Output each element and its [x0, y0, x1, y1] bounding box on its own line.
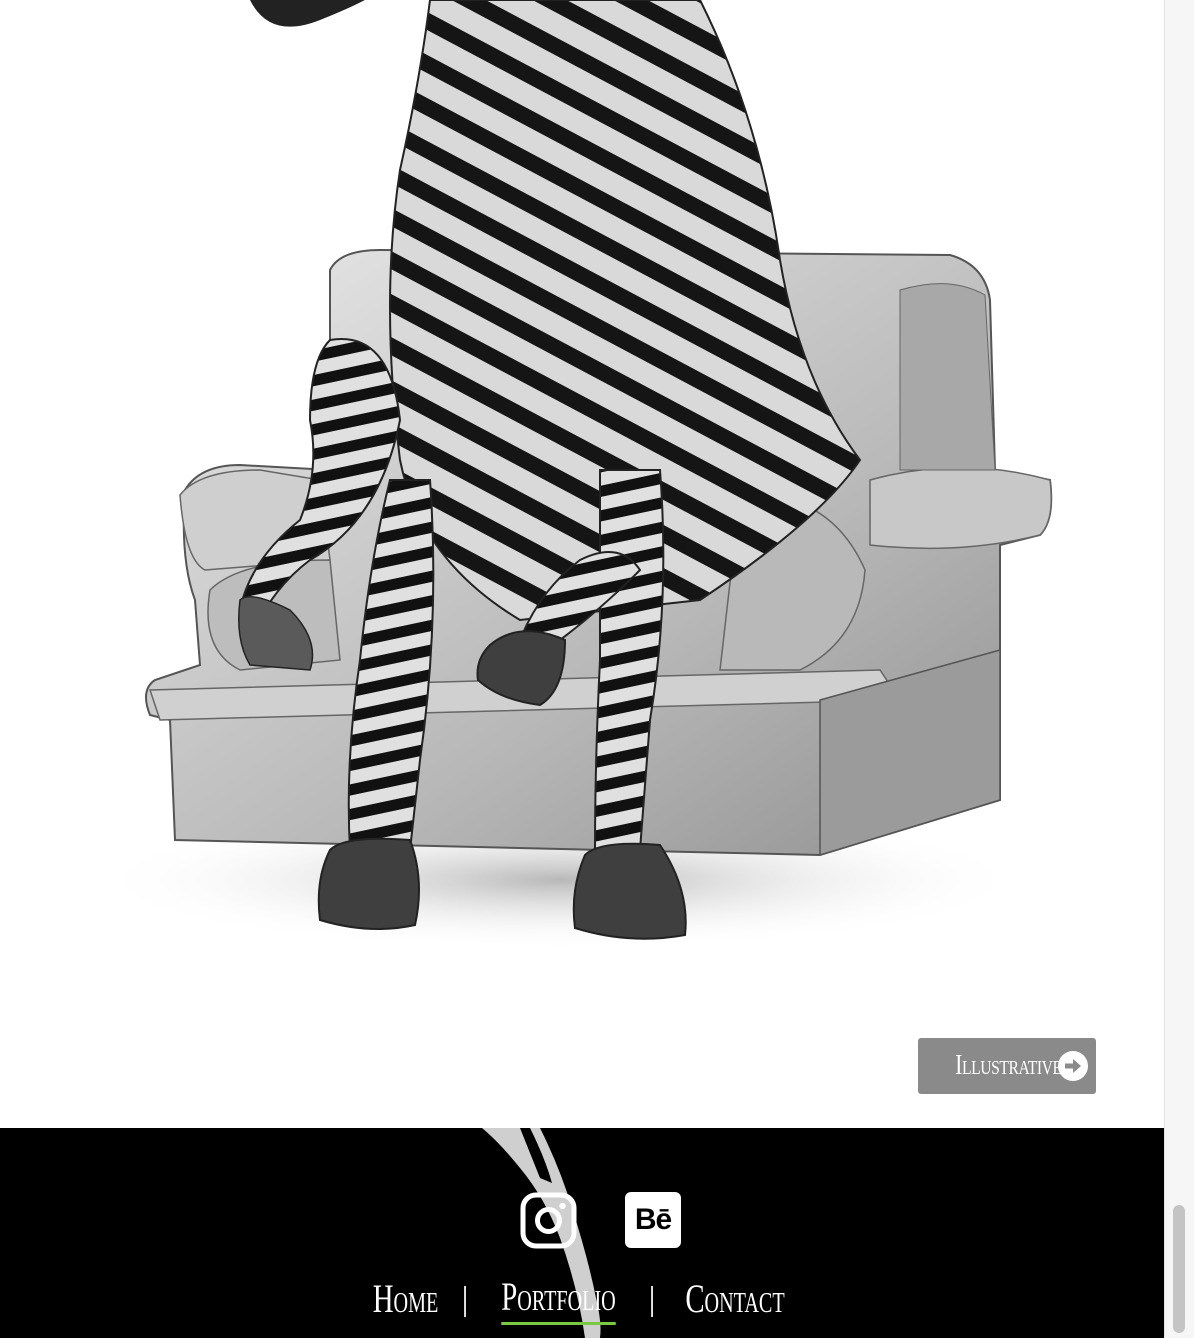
behance-icon: Bē: [634, 1203, 672, 1236]
vertical-scrollbar[interactable]: [1164, 0, 1194, 1338]
zebra-armchair-illustration: [90, 0, 1053, 950]
scrollbar-thumb[interactable]: [1173, 1205, 1185, 1333]
behance-link[interactable]: Bē: [625, 1192, 681, 1248]
nav-separator: |: [648, 1280, 656, 1318]
illustrative-category-button[interactable]: Illustrative: [918, 1038, 1096, 1094]
nav-separator: |: [461, 1280, 469, 1318]
page: Illustrative Bē Home | Portfolio | Conta…: [0, 0, 1194, 1338]
portfolio-content: Illustrative: [0, 0, 1164, 1128]
category-button-label: Illustrative: [954, 1050, 1062, 1081]
social-links: Bē: [520, 1192, 681, 1249]
arrow-circle-right-icon: [1058, 1051, 1089, 1081]
nav-home[interactable]: Home: [373, 1276, 439, 1324]
nav-portfolio[interactable]: Portfolio: [501, 1274, 616, 1325]
footer-nav: Home | Portfolio | Contact: [0, 1274, 1164, 1325]
nav-contact[interactable]: Contact: [685, 1276, 784, 1324]
site-footer: Bē Home | Portfolio | Contact: [0, 1128, 1164, 1338]
instagram-link[interactable]: [520, 1192, 577, 1249]
instagram-icon: [520, 1192, 577, 1249]
